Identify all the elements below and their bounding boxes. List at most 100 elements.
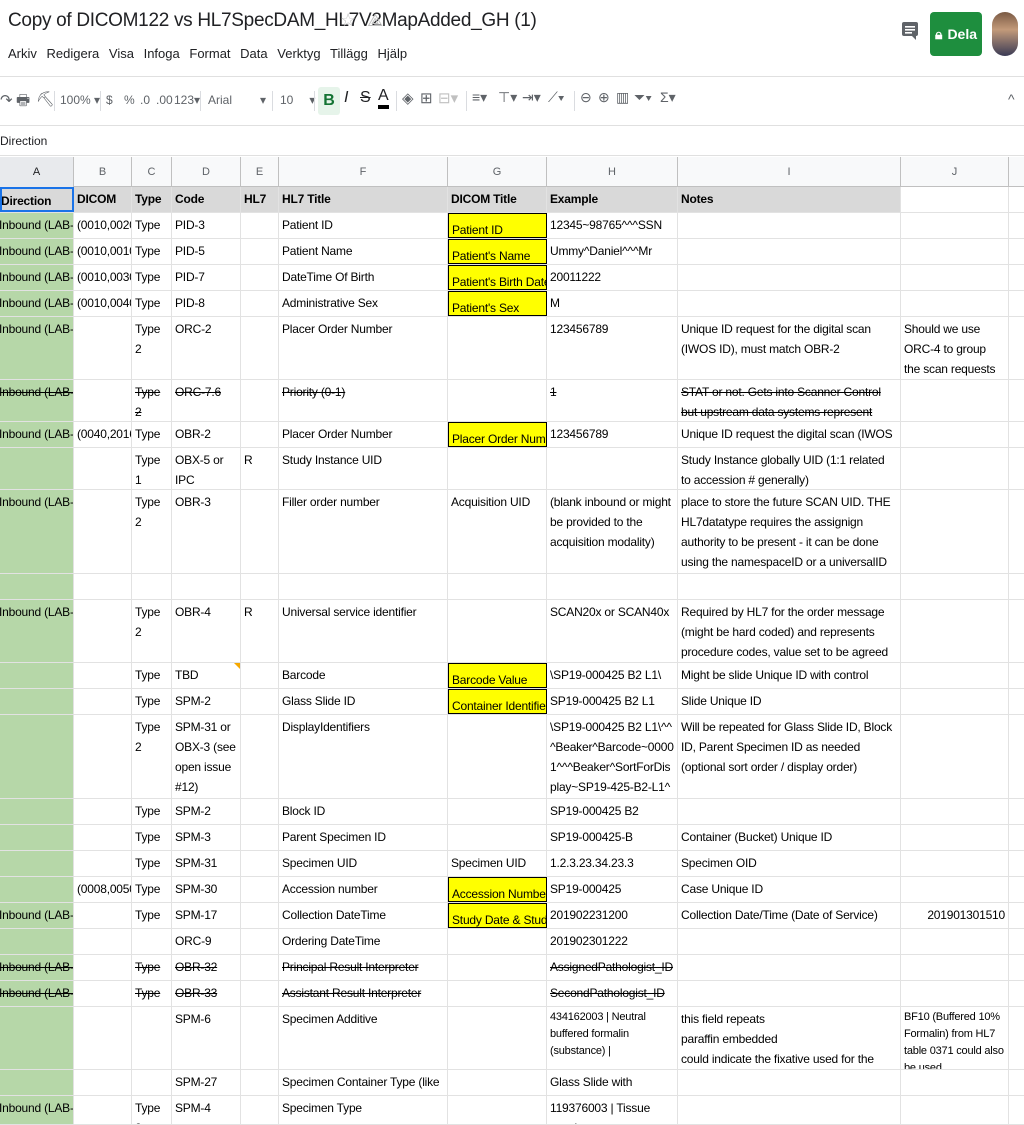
- cell[interactable]: [0, 851, 74, 876]
- cell[interactable]: Type 1: [132, 239, 172, 264]
- cell[interactable]: SPM-2: [172, 799, 241, 824]
- cell[interactable]: OBR-3: [172, 490, 241, 573]
- vertical-align-icon[interactable]: ⊤▾: [498, 89, 517, 106]
- cell[interactable]: [448, 317, 547, 379]
- cell[interactable]: Placer Order Number: [279, 422, 448, 447]
- cell[interactable]: PID-7: [172, 265, 241, 290]
- cell[interactable]: OBR-4: [172, 600, 241, 662]
- cell[interactable]: [901, 851, 1009, 876]
- cell[interactable]: Type 2: [132, 903, 172, 928]
- zoom-select[interactable]: 100% ▾: [60, 93, 100, 107]
- cell[interactable]: \SP19-000425 B2 L1\: [547, 663, 678, 688]
- cell[interactable]: Barcode: [279, 663, 448, 688]
- insert-comment-icon[interactable]: ⊕: [598, 89, 610, 106]
- cell[interactable]: 201902301222: [547, 929, 678, 954]
- cell[interactable]: [0, 929, 74, 954]
- cell[interactable]: Type 2: [132, 490, 172, 573]
- cell-header[interactable]: Type: [132, 187, 172, 212]
- cell[interactable]: (0010,0010): [74, 239, 132, 264]
- cell[interactable]: [901, 981, 1009, 1006]
- cell[interactable]: ORC-2: [172, 317, 241, 379]
- menu-item-arkiv[interactable]: Arkiv: [8, 46, 37, 61]
- cell[interactable]: STAT or not. Gets into Scanner Control b…: [678, 380, 901, 421]
- cell[interactable]: [678, 981, 901, 1006]
- column-header-b[interactable]: B: [74, 157, 132, 187]
- cell[interactable]: [241, 851, 279, 876]
- cell[interactable]: Inbound (LAB-80): [0, 239, 74, 264]
- cell[interactable]: [901, 799, 1009, 824]
- cell[interactable]: [74, 799, 132, 824]
- cell[interactable]: Inbound (LAB-80): [0, 213, 74, 238]
- cell[interactable]: (0008,0050): [74, 877, 132, 902]
- cell[interactable]: Inbound (LAB-80): [0, 903, 74, 928]
- cell[interactable]: SPM-4: [172, 1096, 241, 1124]
- cell-highlighted[interactable]: Patient's Sex: [448, 291, 547, 316]
- cell[interactable]: [0, 1070, 74, 1095]
- cell[interactable]: R: [241, 448, 279, 489]
- cell[interactable]: [901, 955, 1009, 980]
- column-header-c[interactable]: C: [132, 157, 172, 187]
- formula-bar[interactable]: Direction: [0, 126, 1024, 156]
- cell[interactable]: SPM-6: [172, 1007, 241, 1069]
- cell-header[interactable]: Code: [172, 187, 241, 212]
- menu-item-infoga[interactable]: Infoga: [144, 46, 180, 61]
- cell[interactable]: [901, 265, 1009, 290]
- cell[interactable]: [241, 799, 279, 824]
- formula-bar-content[interactable]: Direction: [0, 134, 47, 148]
- cell[interactable]: [901, 929, 1009, 954]
- menu-item-redigera[interactable]: Redigera: [47, 46, 100, 61]
- cell[interactable]: [74, 574, 132, 599]
- italic-button[interactable]: I: [344, 89, 348, 107]
- cell[interactable]: [678, 265, 901, 290]
- cell[interactable]: [0, 689, 74, 714]
- cell[interactable]: Slide Unique ID: [678, 689, 901, 714]
- cell[interactable]: [0, 715, 74, 798]
- cell-highlighted[interactable]: Study Date & Study Time: [448, 903, 547, 928]
- cell[interactable]: [241, 239, 279, 264]
- cell[interactable]: 123456789: [547, 422, 678, 447]
- cell[interactable]: [241, 981, 279, 1006]
- cell[interactable]: SecondPathologist_ID: [547, 981, 678, 1006]
- cell[interactable]: [0, 574, 74, 599]
- cell[interactable]: OBR-2: [172, 422, 241, 447]
- cell[interactable]: 20011222: [547, 265, 678, 290]
- cell[interactable]: [448, 1070, 547, 1095]
- cell[interactable]: [74, 448, 132, 489]
- cell[interactable]: [74, 1070, 132, 1095]
- cell[interactable]: [448, 600, 547, 662]
- cell[interactable]: [678, 955, 901, 980]
- cell-header[interactable]: DICOM Title: [448, 187, 547, 212]
- cell[interactable]: [448, 825, 547, 850]
- cell[interactable]: [74, 1007, 132, 1069]
- cell[interactable]: [241, 689, 279, 714]
- cell[interactable]: [448, 574, 547, 599]
- cell[interactable]: Inbound (LAB-80): [0, 380, 74, 421]
- cell[interactable]: [448, 380, 547, 421]
- cell[interactable]: Type 2: [132, 955, 172, 980]
- cell[interactable]: [901, 663, 1009, 688]
- avatar[interactable]: [992, 12, 1018, 56]
- cell[interactable]: 123456789: [547, 317, 678, 379]
- cell[interactable]: (blank inbound or might be provided to t…: [547, 490, 678, 573]
- cell[interactable]: [241, 213, 279, 238]
- cell[interactable]: Glass Slide with coverslip: [547, 1070, 678, 1095]
- cell[interactable]: [901, 239, 1009, 264]
- cell[interactable]: Type 2: [132, 380, 172, 421]
- cell-highlighted[interactable]: Barcode Value: [448, 663, 547, 688]
- cell[interactable]: Type 1: [132, 877, 172, 902]
- cell[interactable]: [241, 1007, 279, 1069]
- cell[interactable]: [0, 663, 74, 688]
- cell[interactable]: [448, 799, 547, 824]
- cell-header[interactable]: Example: [547, 187, 678, 212]
- cell-highlighted[interactable]: Patient ID: [448, 213, 547, 238]
- cell[interactable]: SPM-31 or OBX-3 (see open issue #12): [172, 715, 241, 798]
- cell[interactable]: Inbound (LAB-80): [0, 291, 74, 316]
- cell[interactable]: [74, 663, 132, 688]
- cell[interactable]: Block ID: [279, 799, 448, 824]
- cell-header[interactable]: HL7: [241, 187, 279, 212]
- cell[interactable]: [241, 955, 279, 980]
- cell[interactable]: [901, 291, 1009, 316]
- cell[interactable]: Inbound (LAB-80): [0, 490, 74, 573]
- font-size-select[interactable]: 10 ▾: [280, 93, 315, 107]
- cell[interactable]: OBX-5 or IPC: [172, 448, 241, 489]
